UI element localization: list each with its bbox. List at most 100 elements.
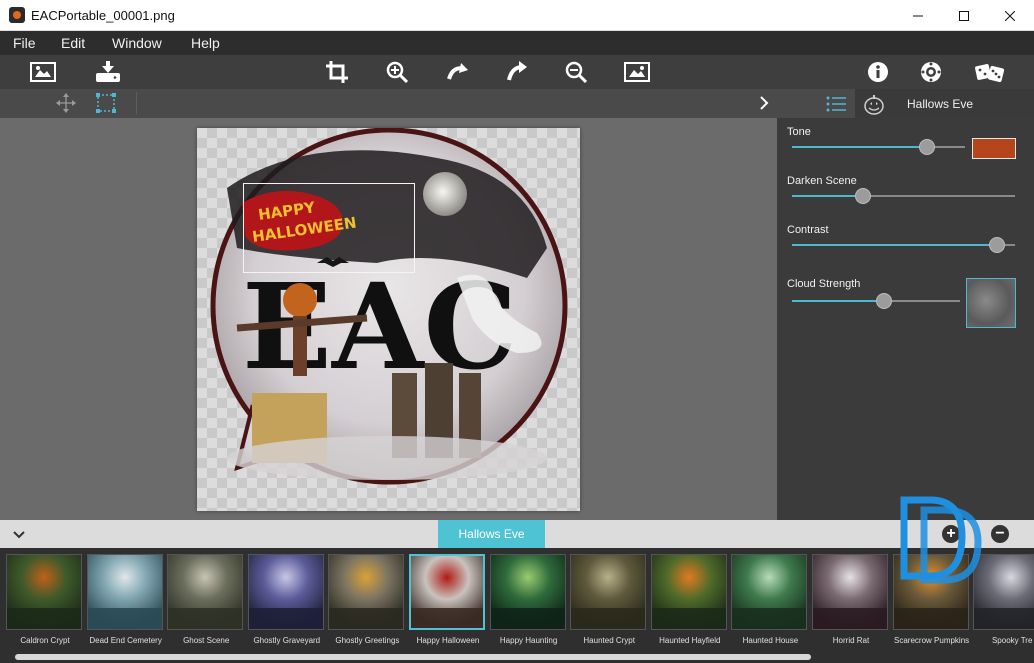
theme-thumbnail-label: Haunted Hayfield bbox=[659, 636, 721, 645]
settings-button[interactable] bbox=[917, 59, 945, 85]
maximize-button[interactable] bbox=[941, 0, 987, 31]
slider-thumb[interactable] bbox=[876, 293, 893, 309]
theme-preview-image bbox=[328, 554, 405, 630]
zoom-out-button[interactable] bbox=[562, 59, 590, 85]
tab-adjustments[interactable] bbox=[817, 89, 855, 118]
title-bar: EACPortable_00001.png bbox=[0, 0, 1034, 31]
main-toolbar bbox=[0, 55, 1034, 89]
tone-color-swatch[interactable] bbox=[972, 138, 1016, 159]
theme-preview-image bbox=[167, 554, 244, 630]
menu-bar: File Edit Window Help bbox=[0, 31, 1034, 55]
theme-thumbnail-label: Haunted Crypt bbox=[583, 636, 635, 645]
random-dice-icon bbox=[975, 64, 1005, 83]
theme-thumbnail[interactable]: Happy Haunting bbox=[489, 554, 568, 645]
theme-preview-image bbox=[86, 554, 163, 630]
theme-thumbnail-label: Horrid Rat bbox=[832, 636, 870, 645]
theme-tab[interactable]: Hallows Eve bbox=[438, 520, 545, 548]
collapse-strip-button[interactable] bbox=[12, 527, 26, 545]
menu-edit[interactable]: Edit bbox=[61, 35, 85, 51]
slider-thumb[interactable] bbox=[918, 139, 935, 155]
zoom-in-icon bbox=[386, 61, 408, 83]
menu-help[interactable]: Help bbox=[191, 35, 220, 51]
save-icon bbox=[96, 61, 120, 82]
theme-thumbnail[interactable]: Haunted Hayfield bbox=[650, 554, 729, 645]
zoom-out-icon bbox=[565, 61, 587, 83]
theme-thumbnail[interactable]: Dead End Cemetery bbox=[86, 554, 165, 645]
zoom-in-button[interactable] bbox=[383, 59, 411, 85]
theme-thumbnail-label: Scarecrow Pumpkins bbox=[894, 636, 970, 645]
menu-file[interactable]: File bbox=[13, 35, 36, 51]
fit-image-button[interactable] bbox=[623, 59, 651, 85]
darken-scene-slider[interactable] bbox=[792, 188, 1015, 204]
crop-icon bbox=[326, 61, 348, 83]
zoom-out-thumbs-button[interactable]: − bbox=[991, 525, 1009, 543]
horizontal-scrollbar[interactable] bbox=[15, 654, 811, 660]
theme-thumbnail-label: Ghost Scene bbox=[183, 636, 230, 645]
info-button[interactable] bbox=[864, 59, 892, 85]
settings-icon bbox=[921, 62, 941, 82]
tab-theme[interactable] bbox=[855, 89, 893, 118]
darken-scene-label: Darken Scene bbox=[787, 175, 857, 187]
slider-thumb[interactable] bbox=[855, 188, 872, 204]
cloud-strength-label: Cloud Strength bbox=[787, 278, 861, 290]
crop-button[interactable] bbox=[323, 59, 351, 85]
window-title: EACPortable_00001.png bbox=[31, 8, 175, 23]
move-tool-button[interactable] bbox=[56, 93, 76, 118]
theme-thumbnail-label: Spooky Tre bbox=[991, 636, 1033, 645]
theme-thumbnail-label: Dead End Cemetery bbox=[89, 636, 162, 645]
expand-panel-button[interactable] bbox=[758, 95, 770, 116]
slider-thumb[interactable] bbox=[989, 237, 1006, 253]
theme-thumbnail[interactable]: Horrid Rat bbox=[812, 554, 890, 645]
cloud-texture-swatch[interactable] bbox=[966, 278, 1016, 328]
theme-thumbnail-label: Ghostly Graveyard bbox=[253, 636, 321, 645]
theme-thumbnail[interactable]: Haunted House bbox=[731, 554, 809, 645]
chevron-down-icon bbox=[13, 531, 25, 539]
theme-thumbnail-label: Happy Halloween bbox=[416, 636, 480, 645]
redo-icon bbox=[507, 61, 527, 81]
selection-rectangle[interactable] bbox=[243, 183, 415, 273]
theme-preview-image bbox=[409, 554, 485, 630]
cloud-strength-slider[interactable] bbox=[792, 293, 960, 309]
theme-thumbnail[interactable]: Ghost Scene bbox=[167, 554, 245, 645]
canvas-area[interactable]: EAC HAPPY HALLOWEEN bbox=[0, 118, 777, 520]
fit-image-icon bbox=[624, 62, 650, 82]
tone-slider[interactable] bbox=[792, 139, 965, 155]
open-image-button[interactable] bbox=[29, 59, 57, 85]
theme-preview-image bbox=[489, 554, 566, 630]
minus-icon: − bbox=[995, 525, 1005, 542]
random-dice-button[interactable] bbox=[974, 59, 1006, 85]
adjustments-panel: Tone Darken Scene Contrast Cloud Strengt… bbox=[777, 118, 1034, 520]
sub-toolbar bbox=[0, 89, 817, 118]
info-icon bbox=[868, 62, 888, 82]
tone-label: Tone bbox=[787, 126, 811, 138]
theme-thumbnail-label: Caldron Crypt bbox=[20, 636, 70, 645]
theme-thumbnail[interactable]: Happy Halloween bbox=[409, 554, 487, 645]
save-button[interactable] bbox=[94, 59, 122, 85]
contrast-slider[interactable] bbox=[792, 237, 1015, 253]
maximize-icon bbox=[959, 10, 969, 21]
theme-strip-header: Hallows Eve + − bbox=[0, 520, 1034, 548]
panel-tabs: Hallows Eve bbox=[817, 89, 1034, 118]
theme-thumbnail-label: Haunted House bbox=[742, 636, 799, 645]
theme-thumbnail-label: Ghostly Greetings bbox=[335, 636, 400, 645]
theme-thumbnail[interactable]: Ghostly Graveyard bbox=[247, 554, 326, 645]
undo-button[interactable] bbox=[443, 59, 471, 85]
theme-thumbnail[interactable]: Caldron Crypt bbox=[6, 554, 84, 645]
redo-button[interactable] bbox=[503, 59, 531, 85]
theme-preview-image bbox=[812, 554, 888, 630]
chevron-right-icon bbox=[760, 96, 769, 110]
move-icon bbox=[56, 93, 76, 113]
menu-window[interactable]: Window bbox=[112, 35, 162, 51]
theme-thumbnail-strip: Caldron Crypt Dead End Cemetery Ghost Scen… bbox=[0, 548, 1034, 663]
theme-thumbnail[interactable]: Haunted Crypt bbox=[570, 554, 648, 645]
close-button[interactable] bbox=[987, 0, 1033, 31]
open-image-icon bbox=[30, 62, 56, 82]
watermark-logo-icon bbox=[900, 496, 982, 584]
theme-thumbnail[interactable]: Ghostly Greetings bbox=[328, 554, 406, 645]
minimize-icon bbox=[913, 15, 923, 16]
theme-preview-image bbox=[650, 554, 727, 630]
select-tool-button[interactable] bbox=[96, 93, 116, 118]
minimize-button[interactable] bbox=[895, 0, 941, 31]
image-canvas[interactable]: EAC HAPPY HALLOWEEN bbox=[197, 128, 580, 511]
theme-preview-image bbox=[6, 554, 82, 630]
